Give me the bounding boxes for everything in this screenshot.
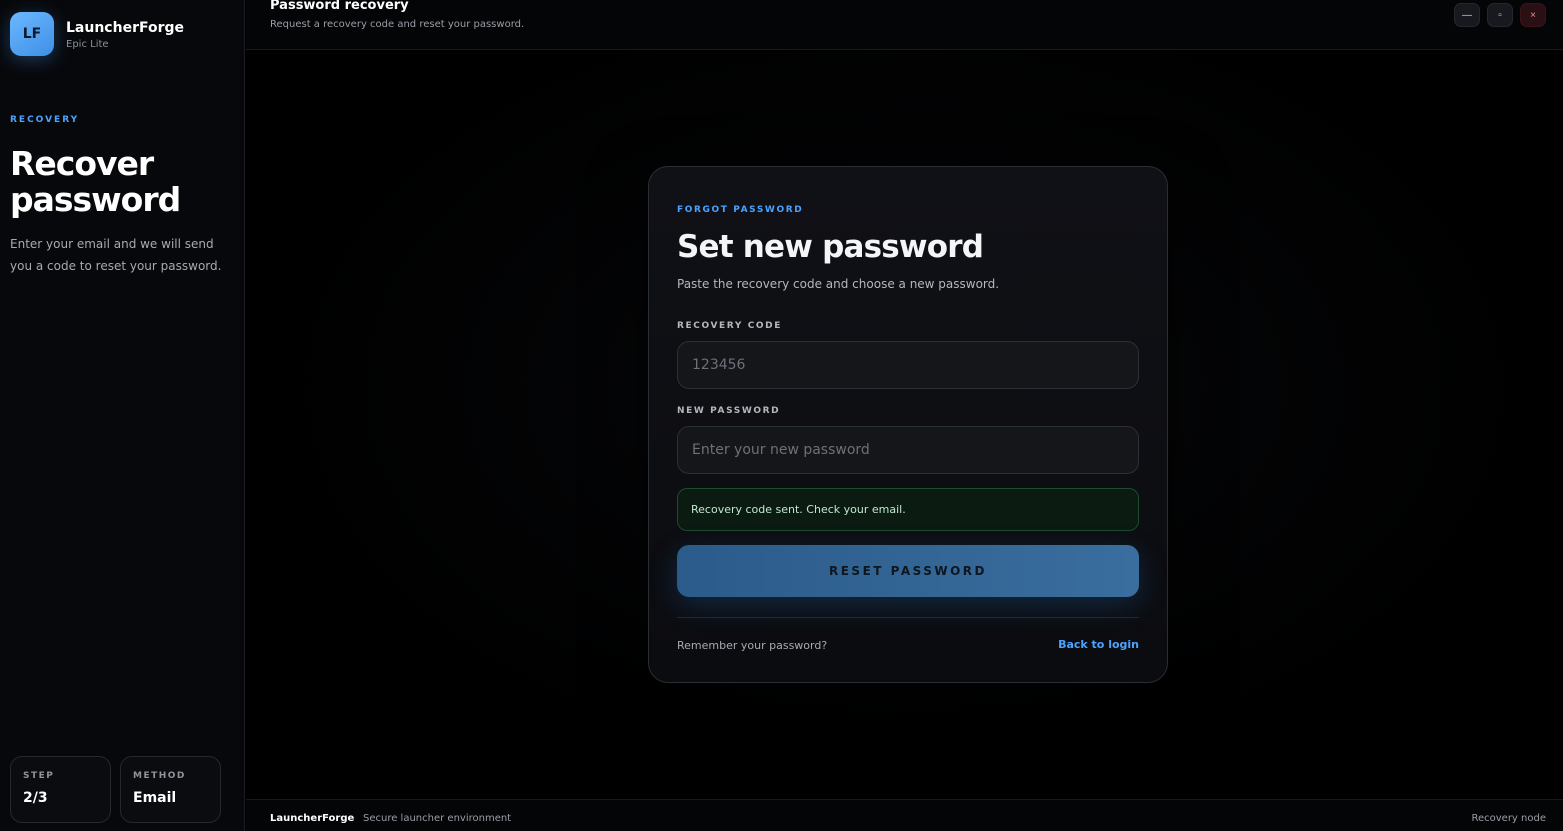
page-subtitle: Request a recovery code and reset your p… <box>270 19 525 30</box>
step-value: 2/3 <box>23 790 48 806</box>
divider <box>677 617 1139 618</box>
minimize-icon: — <box>1462 9 1472 21</box>
sidebar-title: Recover password <box>10 144 181 219</box>
card-title: Set new password <box>677 229 984 265</box>
footer-environment: Secure launcher environment <box>363 813 512 824</box>
method-label: METHOD <box>133 771 186 781</box>
recovery-code-label: RECOVERY CODE <box>677 321 782 331</box>
new-password-label: NEW PASSWORD <box>677 406 781 416</box>
card-eyebrow: FORGOT PASSWORD <box>677 205 804 215</box>
new-password-input[interactable] <box>677 426 1139 474</box>
reset-password-button[interactable]: RESET PASSWORD <box>677 545 1139 597</box>
sidebar-eyebrow: RECOVERY <box>10 115 80 125</box>
method-value: Email <box>133 790 177 806</box>
footer-brand: LauncherForge <box>270 813 355 824</box>
brand: LF LauncherForge Epic Lite <box>10 12 184 56</box>
maximize-icon: ▫ <box>1498 9 1502 21</box>
page-title: Password recovery <box>270 0 409 13</box>
topbar: Password recovery Request a recovery cod… <box>246 0 1563 50</box>
footer-node: Recovery node <box>1471 813 1546 824</box>
footer: LauncherForge Secure launcher environmen… <box>246 799 1563 831</box>
sidebar: LF LauncherForge Epic Lite RECOVERY Reco… <box>0 0 245 831</box>
recovery-code-input[interactable] <box>677 341 1139 389</box>
sidebar-description: Enter your email and we will send you a … <box>10 237 222 273</box>
close-button[interactable]: × <box>1520 3 1546 27</box>
remember-text: Remember your password? <box>677 639 828 652</box>
reset-password-card: FORGOT PASSWORD Set new password Paste t… <box>648 166 1168 683</box>
success-notice: Recovery code sent. Check your email. <box>677 488 1139 531</box>
main-area: FORGOT PASSWORD Set new password Paste t… <box>246 50 1563 799</box>
back-to-login-link[interactable]: Back to login <box>1058 638 1139 651</box>
method-card: METHOD Email <box>120 756 221 823</box>
card-subtitle: Paste the recovery code and choose a new… <box>677 277 1000 291</box>
maximize-button[interactable]: ▫ <box>1487 3 1513 27</box>
step-label: STEP <box>23 771 55 781</box>
close-icon: × <box>1530 9 1536 21</box>
minimize-button[interactable]: — <box>1454 3 1480 27</box>
brand-subtitle: Epic Lite <box>66 38 109 50</box>
app-logo: LF <box>10 12 54 56</box>
app-window: LF LauncherForge Epic Lite RECOVERY Reco… <box>0 0 1563 831</box>
step-card: STEP 2/3 <box>10 756 111 823</box>
brand-name: LauncherForge <box>66 19 185 36</box>
